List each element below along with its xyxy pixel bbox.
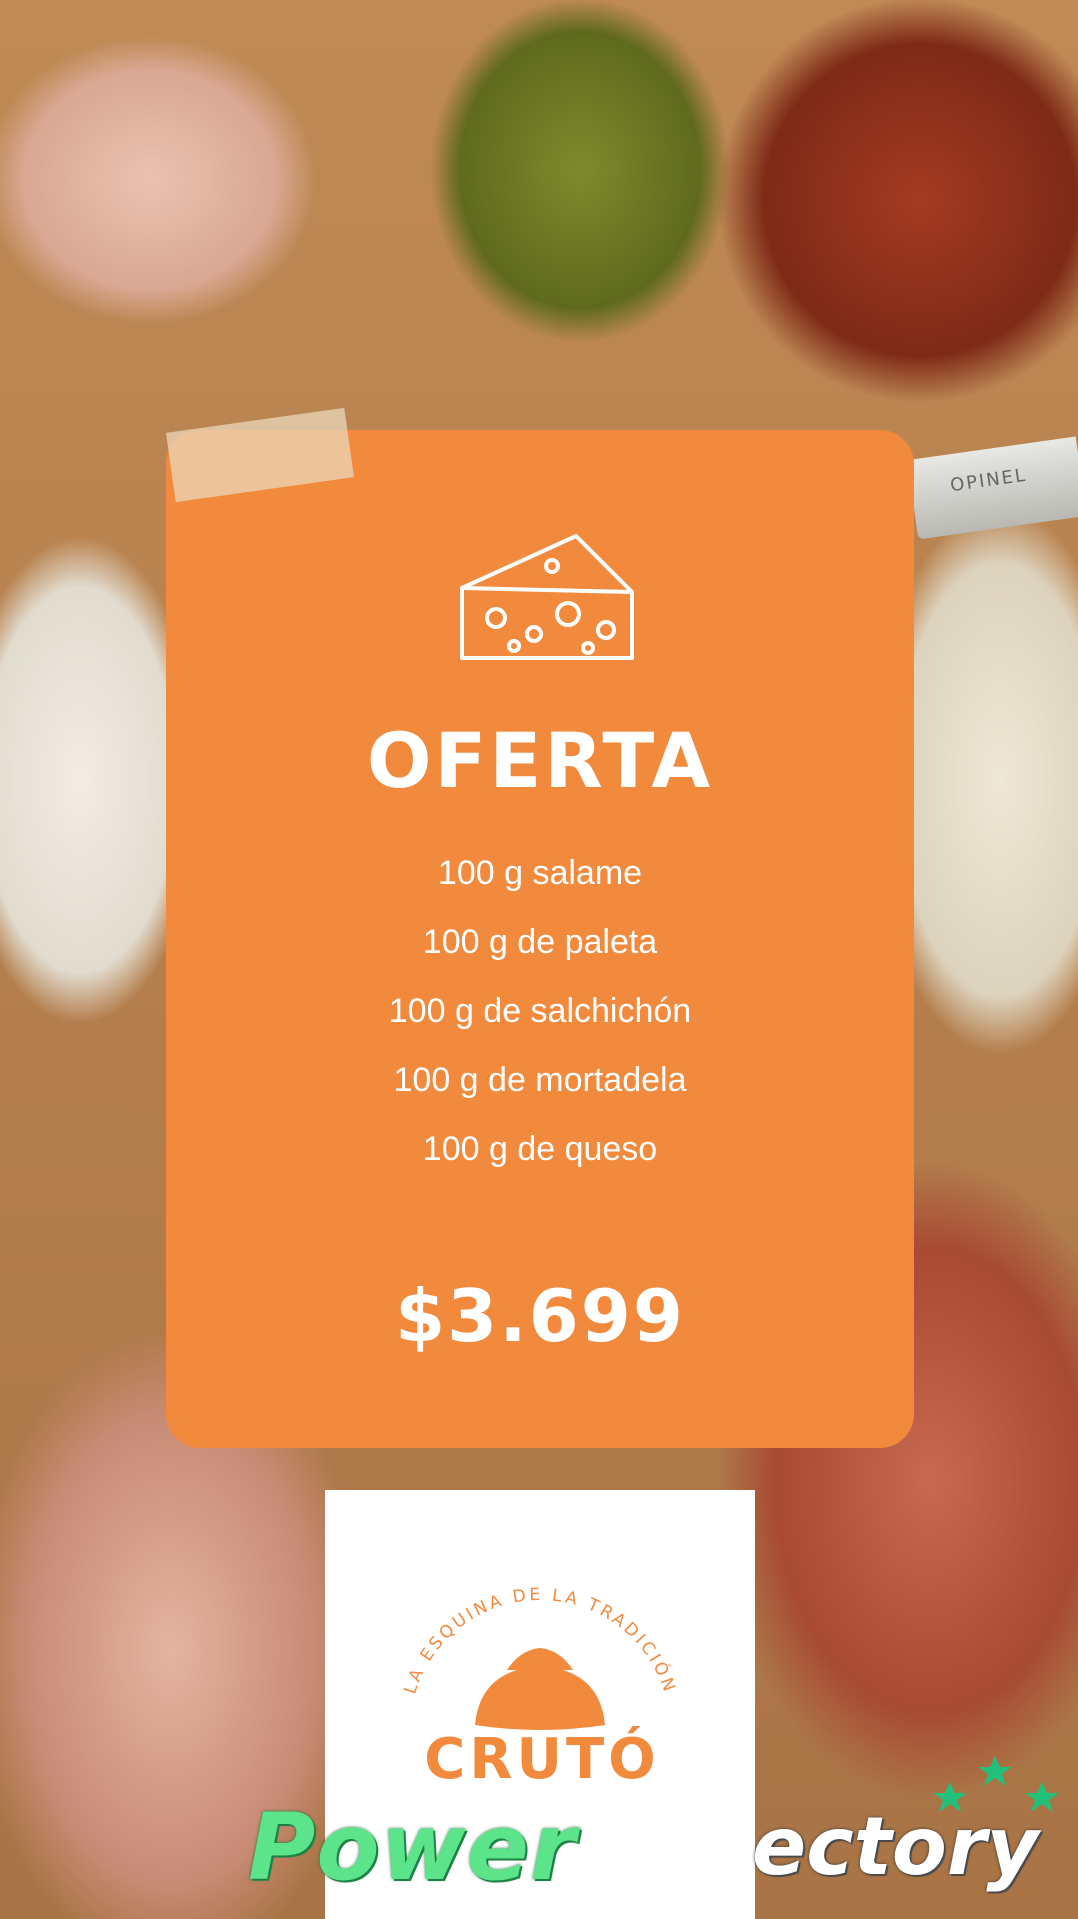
offer-title: OFERTA bbox=[366, 716, 714, 805]
star-icon bbox=[978, 1756, 1012, 1786]
cheese-icon bbox=[460, 534, 634, 660]
offer-price: $3.699 bbox=[395, 1274, 685, 1358]
offer-items-list: 100 g salame 100 g de paleta 100 g de sa… bbox=[166, 845, 914, 1190]
offer-item: 100 g salame bbox=[437, 854, 643, 892]
watermark-stars bbox=[933, 1756, 1059, 1812]
star-icon bbox=[933, 1782, 967, 1812]
logo-brand-name: CRUTÓ bbox=[424, 1727, 660, 1792]
offer-item: 100 g de paleta bbox=[422, 923, 658, 961]
offer-item: 100 g de salchichón bbox=[388, 992, 692, 1030]
watermark-left: Power bbox=[248, 1794, 577, 1901]
star-icon bbox=[1025, 1782, 1059, 1812]
offer-item: 100 g de mortadela bbox=[393, 1061, 687, 1099]
offer-item: 100 g de queso bbox=[422, 1130, 658, 1168]
croissant-icon bbox=[475, 1648, 605, 1730]
